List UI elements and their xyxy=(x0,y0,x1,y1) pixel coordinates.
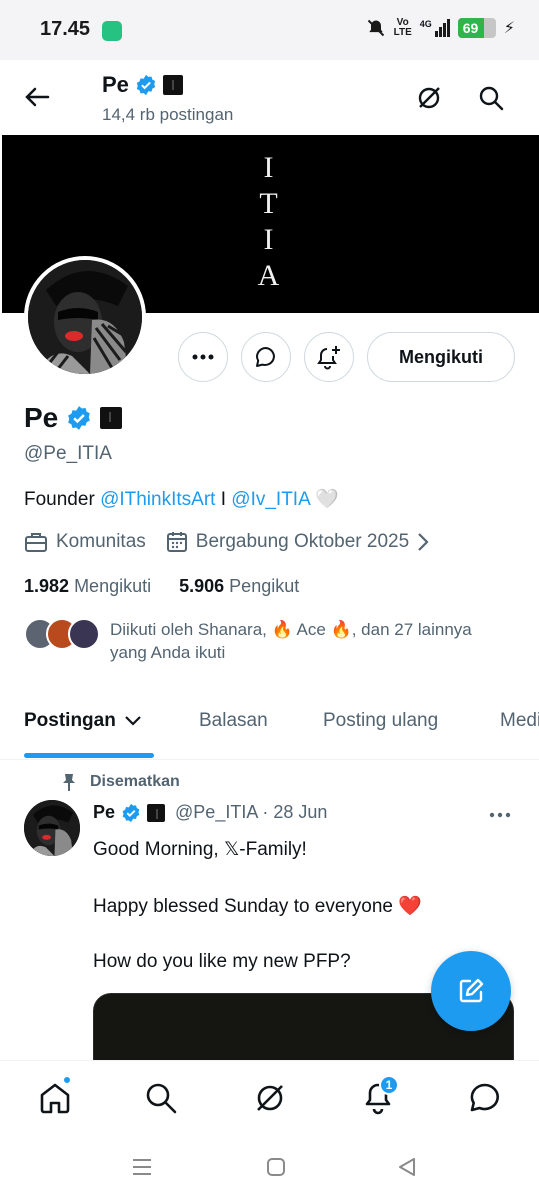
followed-by-text: Diikuti oleh Shanara, 🔥 Ace 🔥, dan 27 la… xyxy=(110,620,472,662)
tweet-author-name[interactable]: Pe xyxy=(93,802,115,823)
bio-separator: I xyxy=(220,489,226,510)
search-icon xyxy=(146,1083,177,1114)
profile-name: Pe xyxy=(24,402,123,434)
back-button[interactable] xyxy=(24,85,50,109)
system-navigation xyxy=(0,1140,539,1200)
compose-icon xyxy=(459,978,484,1003)
app-notification-icon xyxy=(102,21,122,41)
profile-meta: Komunitas Bergabung Oktober 2025 xyxy=(24,531,449,553)
tweet-more-button[interactable] xyxy=(488,803,512,827)
verified-badge-icon xyxy=(68,406,91,430)
verified-badge-icon xyxy=(136,74,156,96)
back-triangle-icon[interactable] xyxy=(396,1156,418,1178)
avatar-image xyxy=(28,260,142,374)
joined-label: Bergabung Oktober 2025 xyxy=(195,531,410,552)
bio-emoji: 🤍 xyxy=(314,489,339,510)
signal-icon: 4G xyxy=(420,19,450,37)
status-icons: Vo LTE 4G 69 ⚡ xyxy=(366,18,515,38)
bio-mention-link[interactable]: @IThinkItsArt xyxy=(100,489,215,510)
volte-indicator: Vo LTE xyxy=(393,17,412,38)
followers-stat[interactable]: 5.906 Pengikut xyxy=(179,576,299,597)
more-options-button[interactable] xyxy=(178,332,228,382)
tweet-header: Pe @Pe_ITIA · 28 Jun xyxy=(93,802,327,823)
nav-search[interactable] xyxy=(144,1081,178,1115)
charging-icon: ⚡ xyxy=(503,20,515,37)
home-new-indicator xyxy=(62,1075,72,1085)
following-button[interactable]: Mengikuti xyxy=(367,332,515,382)
more-dots-icon xyxy=(489,812,511,818)
follow-stats: 1.982 Mengikuti 5.906 Pengikut xyxy=(24,576,299,597)
chat-icon xyxy=(470,1083,499,1112)
tab-media[interactable]: Media xyxy=(500,710,539,732)
grok-icon xyxy=(257,1085,283,1111)
verified-badge-icon xyxy=(122,803,140,822)
profile-avatar[interactable] xyxy=(24,256,146,378)
display-name: Pe xyxy=(24,402,59,433)
bio-mention-link[interactable]: @Iv_ITIA xyxy=(231,489,309,510)
home-icon xyxy=(40,1083,70,1114)
mutual-avatars xyxy=(24,618,100,652)
back-arrow-icon xyxy=(25,87,50,107)
joined-item[interactable]: Bergabung Oktober 2025 xyxy=(166,531,429,553)
bell-plus-icon xyxy=(317,346,340,370)
tab-replies[interactable]: Balasan xyxy=(199,710,268,732)
recent-apps-icon[interactable] xyxy=(131,1157,153,1177)
profile-handle: @Pe_ITIA xyxy=(24,443,112,464)
avatar-image xyxy=(24,800,80,856)
briefcase-icon xyxy=(25,533,47,552)
avatar xyxy=(68,618,100,650)
tab-posts[interactable]: Postingan xyxy=(24,710,142,732)
following-stat[interactable]: 1.982 Mengikuti xyxy=(24,576,151,597)
tweet-text-line: How do you like my new PFP? xyxy=(93,951,351,972)
affiliate-badge-icon xyxy=(162,75,183,95)
mute-bell-icon xyxy=(367,19,384,37)
pin-icon xyxy=(63,774,75,791)
header-title: Pe xyxy=(102,72,129,97)
search-icon xyxy=(479,86,504,111)
search-button[interactable] xyxy=(477,84,505,112)
chat-icon xyxy=(256,347,275,367)
notify-button[interactable] xyxy=(304,332,354,382)
profile-bio: Founder @IThinkItsArt I @Iv_ITIA 🤍 xyxy=(24,487,339,511)
nav-notifications[interactable]: 1 xyxy=(361,1075,399,1115)
profile-tabs: Postingan Balasan Posting ulang Media xyxy=(0,700,539,760)
calendar-icon xyxy=(166,532,187,552)
chevron-down-icon xyxy=(125,716,141,726)
posts-count: 14,4 rb postingan xyxy=(102,105,234,124)
notification-badge: 1 xyxy=(379,1075,399,1095)
tweet-text-line: Good Morning, 𝕏-Family! xyxy=(93,839,307,860)
grok-icon xyxy=(418,87,440,109)
nav-grok[interactable] xyxy=(253,1081,287,1115)
bottom-navigation: 1 xyxy=(0,1060,539,1140)
tab-reposts[interactable]: Posting ulang xyxy=(323,710,438,732)
status-time: 17.45 xyxy=(40,18,91,40)
community-label: Komunitas xyxy=(56,531,146,552)
bio-text: Founder xyxy=(24,489,95,510)
affiliate-badge-icon xyxy=(147,803,166,822)
tweet-handle-date: @Pe_ITIA · 28 Jun xyxy=(175,802,328,822)
header-name: Pe xyxy=(102,72,183,98)
battery-indicator: 69 xyxy=(457,18,496,38)
more-dots-icon xyxy=(192,354,214,360)
tweet-text-line: Happy blessed Sunday to everyone ❤️ xyxy=(93,896,422,917)
nav-messages[interactable] xyxy=(468,1081,502,1115)
compose-button[interactable] xyxy=(431,951,511,1031)
followed-by-row[interactable]: Diikuti oleh Shanara, 🔥 Ace 🔥, dan 27 la… xyxy=(24,618,510,664)
affiliate-badge-icon xyxy=(100,407,123,429)
grok-button[interactable] xyxy=(415,84,443,112)
nav-home[interactable] xyxy=(38,1075,72,1115)
community-item[interactable]: Komunitas xyxy=(24,531,146,553)
chevron-right-icon xyxy=(418,533,429,551)
message-button[interactable] xyxy=(241,332,291,382)
pinned-label: Disematkan xyxy=(60,772,180,792)
tweet-avatar[interactable] xyxy=(24,800,80,856)
home-square-icon[interactable] xyxy=(265,1156,287,1178)
active-tab-indicator xyxy=(24,753,154,758)
